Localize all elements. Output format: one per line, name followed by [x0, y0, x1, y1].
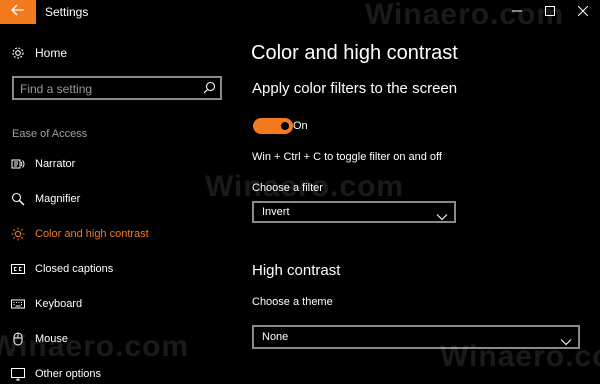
narrator-icon	[11, 157, 25, 171]
back-arrow-icon	[11, 3, 25, 21]
high-contrast-heading: High contrast	[252, 262, 341, 279]
theme-dropdown[interactable]: None	[252, 325, 580, 349]
sidebar-item-label: Other options	[35, 368, 102, 380]
filter-dropdown-value: Invert	[262, 206, 290, 218]
filter-dropdown[interactable]: Invert	[252, 201, 456, 223]
title-bar: Settings	[0, 0, 600, 24]
brightness-icon	[11, 227, 25, 241]
maximize-icon	[545, 3, 555, 21]
sidebar-item-magnifier[interactable]: Magnifier	[0, 184, 232, 214]
sidebar-item-other-options[interactable]: Other options	[0, 359, 232, 384]
close-icon	[577, 3, 589, 21]
search-box[interactable]	[12, 76, 222, 100]
sidebar-item-label: Keyboard	[35, 298, 83, 310]
back-button[interactable]	[0, 0, 36, 24]
app-title: Settings	[45, 5, 89, 19]
toggle-state-label: On	[293, 120, 308, 132]
sidebar-item-color-and-high-contrast[interactable]: Color and high contrast	[0, 219, 232, 249]
sidebar-item-label: Mouse	[35, 333, 69, 345]
minimize-icon	[512, 3, 522, 21]
sidebar-item-narrator[interactable]: Narrator	[0, 149, 232, 179]
toggle-shortcut-hint: Win + Ctrl + C to toggle filter on and o…	[252, 151, 442, 163]
section-header: Ease of Access	[12, 128, 88, 140]
theme-label: Choose a theme	[252, 296, 333, 308]
close-button[interactable]	[568, 0, 598, 24]
maximize-button[interactable]	[535, 0, 565, 24]
nav-home-label: Home	[35, 46, 68, 60]
sidebar: Home Ease of Access Narrator Magnifier C…	[0, 24, 232, 384]
sidebar-item-label: Magnifier	[35, 193, 81, 205]
toggle-knob	[281, 122, 289, 130]
sidebar-item-label: Closed captions	[35, 263, 114, 275]
minimize-button[interactable]	[502, 0, 532, 24]
sidebar-item-closed-captions[interactable]: Closed captions	[0, 254, 232, 284]
sidebar-item-keyboard[interactable]: Keyboard	[0, 289, 232, 319]
sidebar-item-mouse[interactable]: Mouse	[0, 324, 232, 354]
sidebar-item-label: Narrator	[35, 158, 76, 170]
theme-dropdown-value: None	[262, 331, 289, 343]
color-filters-heading: Apply color filters to the screen	[252, 80, 458, 97]
page-title: Color and high contrast	[251, 42, 458, 64]
magnifier-icon	[11, 192, 25, 206]
search-input[interactable]	[20, 81, 200, 97]
content-pane: Color and high contrast Apply color filt…	[232, 24, 600, 384]
color-filter-toggle[interactable]	[253, 118, 293, 134]
other-options-icon	[11, 367, 25, 381]
nav-home[interactable]: Home	[0, 40, 232, 66]
closed-captions-icon	[11, 262, 25, 276]
search-icon[interactable]	[203, 81, 216, 99]
sidebar-item-label: Color and high contrast	[35, 228, 149, 240]
filter-label: Choose a filter	[252, 182, 323, 194]
chevron-down-icon	[560, 333, 572, 351]
gear-icon	[11, 46, 25, 65]
chevron-down-icon	[436, 208, 448, 226]
mouse-icon	[11, 332, 25, 346]
keyboard-icon	[11, 297, 25, 311]
